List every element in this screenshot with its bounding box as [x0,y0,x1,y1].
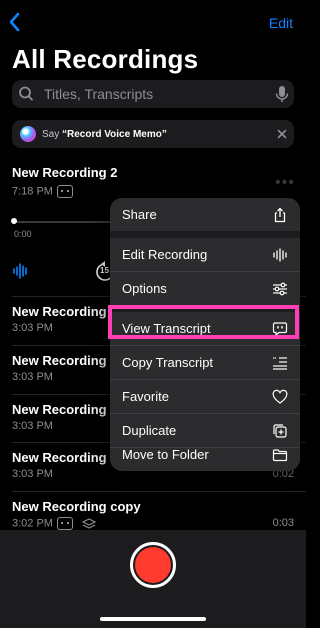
transcript-badge-icon [56,185,73,198]
page-title: All Recordings [12,44,199,74]
layers-icon [81,517,97,529]
transcript-bubble-icon [272,321,288,336]
transcript-badge-icon [56,517,73,530]
back-chevron-icon[interactable] [6,10,24,34]
record-button[interactable] [130,542,176,588]
quote-icon: “ [273,356,287,370]
waveform-icon [273,247,287,262]
svg-text:“: “ [273,356,277,365]
edit-button[interactable]: Edit [269,15,293,31]
menu-item-share[interactable]: Share [110,198,300,231]
duplicate-icon [273,423,287,438]
share-icon [274,207,286,222]
skip-back-15-label: 15 [100,266,109,275]
menu-item-edit-recording[interactable]: Edit Recording [110,238,300,271]
microphone-icon[interactable] [270,80,294,108]
list-item[interactable]: New Recording copy 3:02 PM 0:03 [0,494,306,534]
folder-icon [272,448,288,461]
sliders-icon [273,282,287,295]
recording-title[interactable]: New Recording 2 [12,165,117,180]
waveform-icon[interactable] [12,262,30,280]
context-menu: Share Edit Recording Options View Transc… [110,198,300,471]
recording-time: 7:18 PM [12,185,73,198]
divider [12,491,306,492]
search-input[interactable]: Titles, Transcripts [44,86,270,102]
heart-icon [272,389,288,404]
menu-item-options[interactable]: Options [110,272,300,305]
siri-suggestion-banner[interactable]: Say “Record Voice Memo” [12,120,294,148]
menu-item-move-to-folder[interactable]: Move to Folder [110,438,300,471]
menu-item-view-transcript[interactable]: View Transcript [110,312,300,345]
siri-orb-icon [20,126,36,142]
menu-item-favorite[interactable]: Favorite [110,380,300,413]
siri-suggestion-text: Say “Record Voice Memo” [42,128,167,140]
more-options-icon[interactable]: ••• [275,174,295,192]
scrubber-handle[interactable] [11,218,17,224]
home-indicator [100,617,206,621]
elapsed-time: 0:00 [14,229,32,239]
search-icon [19,86,33,101]
close-icon[interactable] [270,120,294,148]
search-field[interactable]: Titles, Transcripts [12,80,294,108]
menu-item-copy-transcript[interactable]: Copy Transcript “ [110,346,300,379]
